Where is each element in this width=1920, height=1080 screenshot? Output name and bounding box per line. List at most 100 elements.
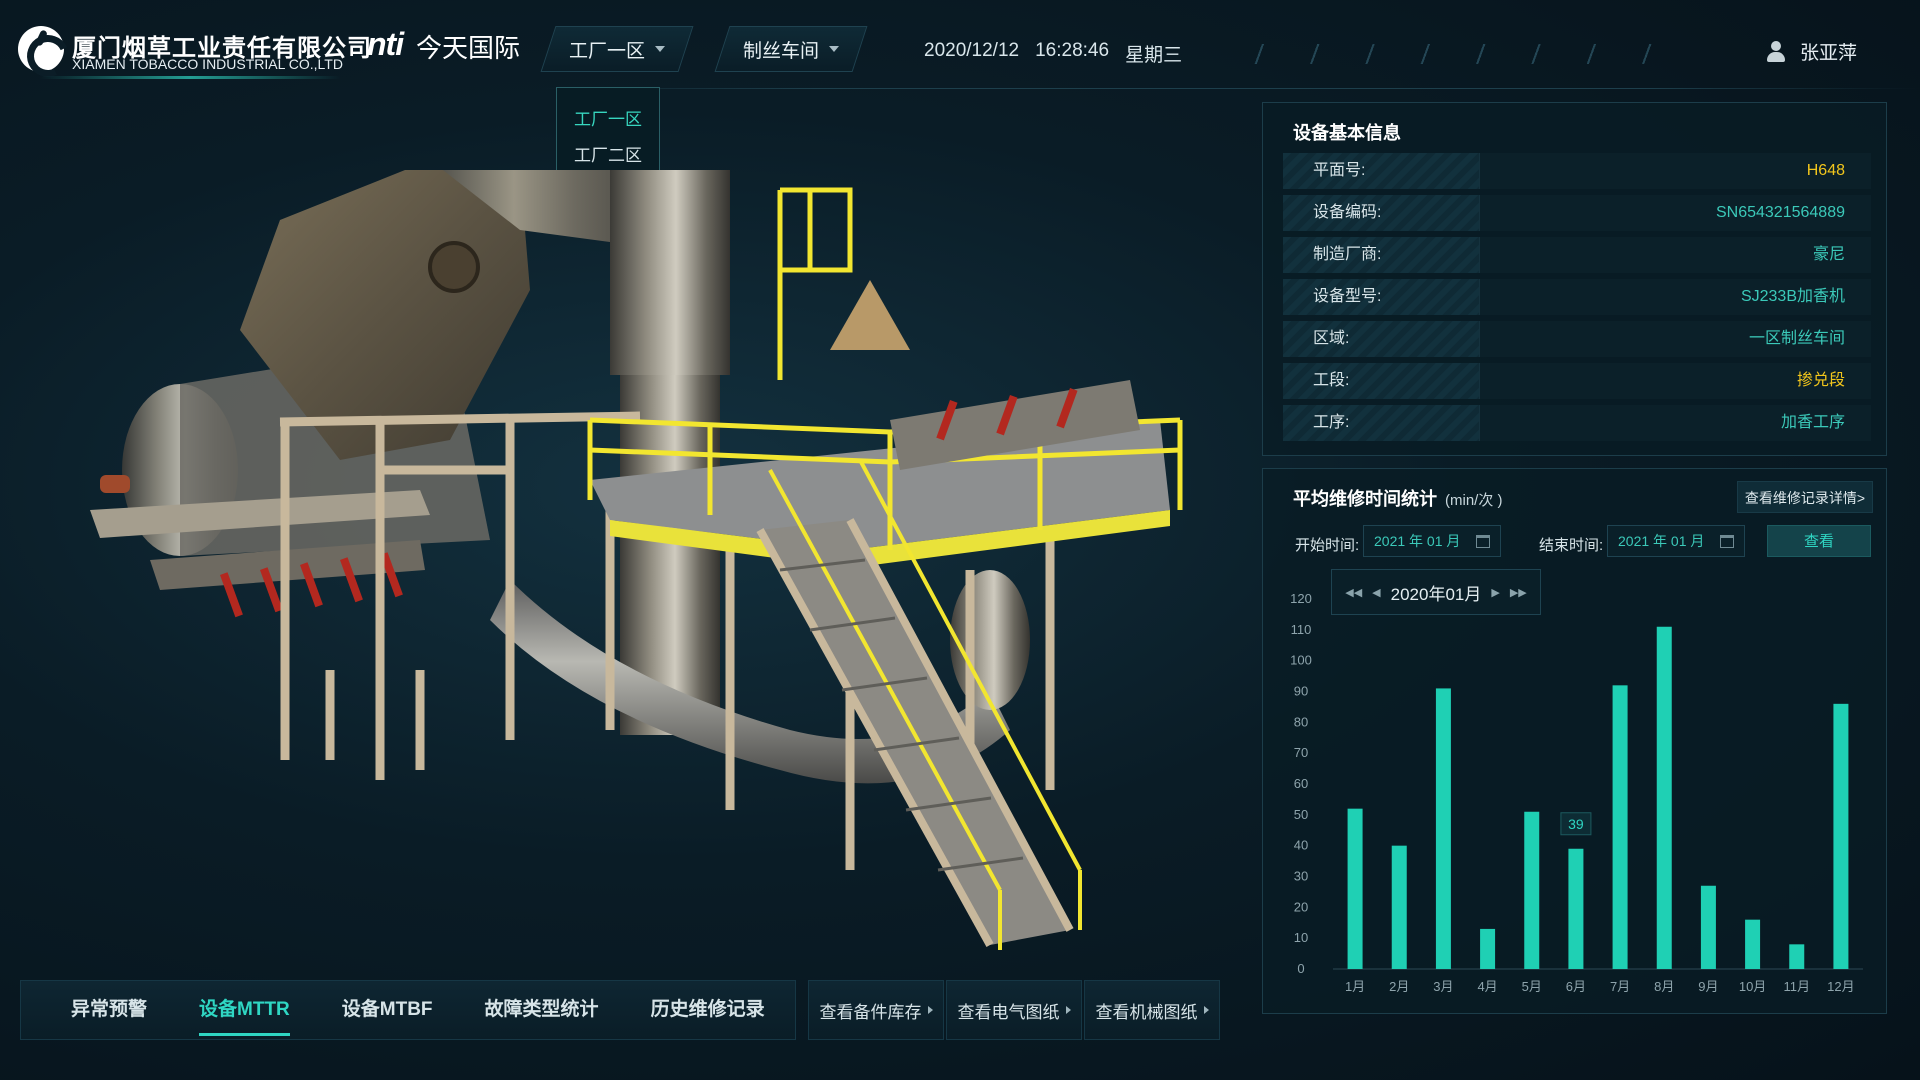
view-mechanical-drawings-label: 查看机械图纸 — [1095, 1002, 1198, 1022]
calendar-icon — [1476, 535, 1490, 548]
info-label: 设备型号: — [1283, 279, 1479, 315]
partner-logo: nti — [367, 26, 404, 62]
info-label: 工序: — [1283, 405, 1479, 441]
device-info-title: 设备基本信息 — [1293, 123, 1401, 143]
start-time-value: 2021 年 01 月 — [1374, 533, 1461, 549]
bottom-tab-bar: 异常预警 设备MTTR 设备MTBF 故障类型统计 历史维修记录 — [20, 980, 796, 1040]
bar — [1833, 703, 1849, 969]
mttr-title: 平均维修时间统计 (min/次 ) — [1293, 485, 1503, 511]
bar — [1612, 685, 1628, 969]
bar — [1391, 845, 1407, 969]
header-divider — [540, 88, 1920, 89]
info-label: 工段: — [1283, 363, 1479, 399]
y-tick-label: 70 — [1294, 745, 1308, 760]
month-picker[interactable]: ◀◀ ◀ 2020年01月 ▶ ▶▶ — [1331, 569, 1541, 615]
user-menu[interactable]: 张亚萍 — [1766, 38, 1857, 65]
bar — [1480, 928, 1496, 969]
chevron-left-icon[interactable]: ◀ — [1372, 586, 1380, 599]
x-tick-label: 8月 — [1654, 979, 1674, 994]
bar — [1347, 808, 1363, 969]
partner-name: 今天国际 — [416, 33, 521, 63]
y-tick-label: 120 — [1290, 591, 1312, 606]
bar — [1524, 811, 1540, 969]
equipment-3d-model[interactable] — [90, 170, 1220, 970]
y-tick-label: 10 — [1294, 930, 1308, 945]
bar — [1568, 848, 1584, 969]
y-tick-label: 100 — [1290, 653, 1312, 668]
x-tick-label: 5月 — [1522, 979, 1542, 994]
x-tick-label: 4月 — [1477, 979, 1497, 994]
query-button[interactable]: 查看 — [1767, 525, 1871, 557]
chevron-right-icon[interactable]: ▶ — [1491, 586, 1499, 599]
workshop-dropdown-label: 制丝车间 — [742, 40, 819, 62]
header-datetime: 2020/12/12 16:28:46 星期三 — [924, 40, 1182, 67]
factory-option-1[interactable]: 工厂一区 — [557, 102, 659, 138]
end-time-value: 2021 年 01 月 — [1618, 533, 1705, 549]
info-row-area: 区域: 一区制丝车间 — [1283, 321, 1871, 357]
mttr-bar-chart: 0 10 20 30 40 50 60 70 80 90 100 110 120 1月 2月 3月 4月 5月 6月… — [1290, 591, 1863, 994]
bar — [1745, 919, 1761, 969]
x-tick-label: 12月 — [1827, 979, 1854, 994]
view-spare-parts-button[interactable]: 查看备件库存 — [808, 980, 944, 1040]
header-glow-line — [40, 76, 340, 79]
bar — [1656, 626, 1672, 969]
view-spare-parts-label: 查看备件库存 — [819, 1002, 922, 1022]
workshop-dropdown[interactable]: 制丝车间 — [714, 26, 868, 72]
current-date: 2020/12/12 — [924, 40, 1020, 61]
chevron-down-icon — [829, 46, 839, 52]
mttr-unit: (min/次 ) — [1445, 492, 1503, 509]
user-icon — [1766, 40, 1786, 63]
view-repair-details-button[interactable]: 查看维修记录详情> — [1737, 481, 1873, 513]
chevron-down-icon — [655, 46, 665, 52]
x-tick-label: 9月 — [1698, 979, 1718, 994]
x-tick-label: 1月 — [1345, 979, 1365, 994]
mttr-chart-panel: 平均维修时间统计 (min/次 ) 查看维修记录详情> 开始时间: 2021 年 … — [1262, 468, 1887, 1014]
tab-device-mttr[interactable]: 设备MTTR — [173, 980, 316, 1040]
double-chevron-left-icon[interactable]: ◀◀ — [1345, 586, 1362, 599]
y-tick-label: 60 — [1294, 776, 1308, 791]
info-row-section: 工段: 掺兑段 — [1283, 363, 1871, 399]
top-header: 厦门烟草工业责任有限公司 XIAMEN TOBACCO INDUSTRIAL C… — [0, 0, 1920, 104]
start-time-input[interactable]: 2021 年 01 月 — [1363, 525, 1501, 557]
double-chevron-right-icon[interactable]: ▶▶ — [1510, 586, 1527, 599]
x-tick-label: 10月 — [1739, 979, 1766, 994]
info-label: 平面号: — [1283, 153, 1479, 189]
x-tick-label: 11月 — [1784, 979, 1811, 994]
bar-tooltip-value: 39 — [1568, 816, 1584, 832]
y-tick-label: 40 — [1294, 838, 1308, 853]
chevron-right-icon — [927, 1006, 933, 1014]
tab-anomaly-warning[interactable]: 异常预警 — [21, 980, 173, 1040]
view-mechanical-drawings-button[interactable]: 查看机械图纸 — [1084, 980, 1220, 1040]
info-value: SJ233B加香机 — [1479, 279, 1871, 315]
tab-repair-history[interactable]: 历史维修记录 — [625, 980, 791, 1040]
tab-fault-type-stats[interactable]: 故障类型统计 — [459, 980, 625, 1040]
info-value: 一区制丝车间 — [1479, 321, 1871, 357]
y-tick-label: 90 — [1294, 684, 1308, 699]
chevron-right-icon — [1203, 1006, 1209, 1014]
x-tick-label: 2月 — [1389, 979, 1409, 994]
info-row-manufacturer: 制造厂商: 豪尼 — [1283, 237, 1871, 273]
info-row-plan-no: 平面号: H648 — [1283, 153, 1871, 189]
bar — [1700, 885, 1716, 969]
info-value: 加香工序 — [1479, 405, 1871, 441]
y-tick-label: 50 — [1294, 807, 1308, 822]
end-time-input[interactable]: 2021 年 01 月 — [1607, 525, 1745, 557]
user-name: 张亚萍 — [1800, 43, 1858, 64]
company-logo-icon — [18, 26, 64, 72]
factory-option-2[interactable]: 工厂二区 — [557, 138, 659, 174]
view-electrical-drawings-label: 查看电气图纸 — [957, 1002, 1060, 1022]
y-tick-label: 110 — [1291, 622, 1312, 637]
info-label: 设备编码: — [1283, 195, 1479, 231]
bar — [1789, 944, 1805, 969]
tab-device-mtbf[interactable]: 设备MTBF — [316, 980, 459, 1040]
info-value: H648 — [1479, 153, 1871, 189]
info-row-device-code: 设备编码: SN654321564889 — [1283, 195, 1871, 231]
device-info-panel: 设备基本信息 平面号: H648 设备编码: SN654321564889 制造… — [1262, 102, 1887, 456]
info-label: 制造厂商: — [1283, 237, 1479, 273]
info-label: 区域: — [1283, 321, 1479, 357]
view-electrical-drawings-button[interactable]: 查看电气图纸 — [946, 980, 1082, 1040]
y-tick-label: 20 — [1294, 899, 1308, 914]
factory-dropdown[interactable]: 工厂一区 — [540, 26, 694, 72]
y-tick-label: 80 — [1294, 714, 1308, 729]
x-tick-label: 7月 — [1610, 979, 1630, 994]
